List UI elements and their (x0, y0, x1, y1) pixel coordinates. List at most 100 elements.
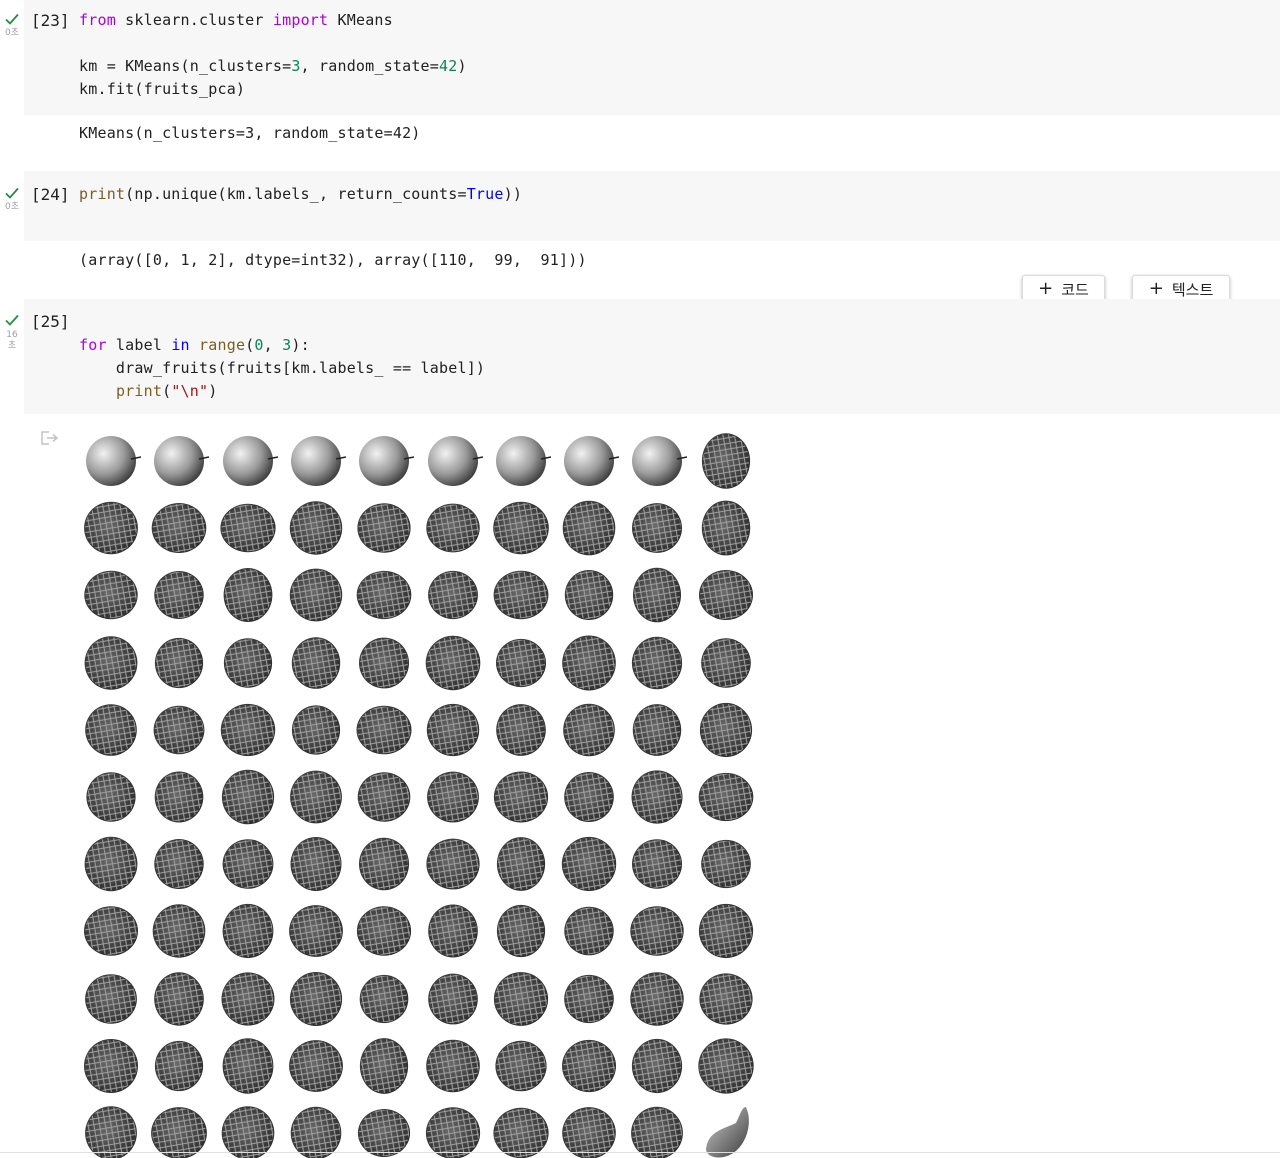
pineapple-image (564, 974, 614, 1023)
pineapple-image (701, 433, 750, 489)
fruit-image-grid (81, 429, 765, 1158)
pineapple-image (356, 571, 412, 620)
pineapple-image (493, 971, 548, 1026)
code-editor[interactable]: print(np.unique(km.labels_, return_count… (79, 183, 522, 206)
cell-runtime: 16 초 (6, 330, 18, 351)
pineapple-image (562, 635, 616, 691)
pineapple-image (154, 771, 204, 823)
pineapple-image (632, 503, 683, 554)
output-actions-icon[interactable] (40, 430, 60, 446)
pineapple-image (289, 568, 343, 622)
code-token: sklearn.cluster (115, 11, 273, 29)
code-token: True (466, 185, 504, 203)
add-text-label: 텍스트 (1171, 280, 1214, 299)
run-success-check-icon (5, 187, 19, 199)
pineapple-image (221, 971, 275, 1026)
divider (0, 1152, 1280, 1153)
run-success-check-icon (5, 314, 19, 326)
code-token: print (79, 185, 126, 203)
code-line: from sklearn.cluster import KMeans (79, 9, 467, 32)
code-token: from (79, 11, 116, 29)
pineapple-image (223, 637, 272, 688)
code-token: import (272, 11, 329, 29)
pineapple-image (425, 503, 480, 553)
apple-image (222, 436, 278, 486)
code-cell-24[interactable] (24, 171, 1280, 241)
pineapple-image (155, 637, 204, 688)
code-editor[interactable]: for label in range(0, 3): draw_fruits(fr… (79, 334, 485, 403)
pineapple-image (495, 703, 546, 756)
pineapple-image (360, 1037, 409, 1094)
code-token: ): (291, 336, 310, 354)
pineapple-image (222, 904, 273, 959)
pineapple-image (698, 570, 753, 621)
pineapple-image (633, 703, 682, 756)
pineapple-image (564, 772, 614, 822)
pineapple-image (84, 501, 138, 555)
pineapple-image (700, 637, 751, 688)
pineapple-image (562, 1039, 617, 1092)
pineapple-image (495, 1040, 547, 1092)
code-token: 42 (439, 57, 458, 75)
execution-count: [23] (31, 11, 70, 30)
pineapple-image (632, 1038, 683, 1093)
pineapple-image (425, 1039, 480, 1093)
apple-image (154, 436, 210, 486)
pineapple-image (493, 771, 548, 823)
pineapple-image (697, 1038, 754, 1094)
pineapple-image (84, 635, 138, 690)
pineapple-image (290, 837, 342, 892)
pineapple-image (359, 974, 409, 1023)
pineapple-image (289, 971, 342, 1026)
pineapple-image (633, 568, 682, 623)
pineapple-image (155, 1040, 204, 1091)
code-token: km.fit(fruits_pca) (79, 80, 246, 98)
code-token: )) (503, 185, 523, 203)
pineapple-image (358, 1109, 411, 1157)
pineapple-image (631, 1106, 684, 1158)
apple-image (495, 436, 551, 486)
pineapple-image (151, 503, 207, 554)
plus-icon: + (1038, 278, 1054, 299)
pineapple-image (630, 906, 685, 957)
pineapple-image (222, 1038, 273, 1094)
pineapple-image (85, 1106, 137, 1158)
pineapple-image (356, 705, 412, 755)
code-token: draw_fruits(fruits[km.labels_ == label]) (79, 359, 486, 377)
execution-count: [24] (31, 185, 70, 204)
pineapple-image (427, 904, 478, 958)
pineapple-image (84, 836, 138, 892)
code-token: in (171, 336, 190, 354)
apple-image (86, 436, 141, 486)
pineapple-image (701, 500, 750, 556)
pineapple-image (493, 1107, 549, 1158)
run-success-check-icon (5, 13, 19, 25)
pineapple-image (493, 571, 549, 620)
cell-runtime: 0초 (4, 202, 19, 212)
pineapple-image (84, 1038, 138, 1093)
pineapple-image (630, 971, 685, 1026)
code-line: print(np.unique(km.labels_, return_count… (79, 183, 522, 206)
pineapple-image (84, 906, 138, 957)
pineapple-image (495, 638, 546, 687)
pineapple-image (85, 973, 137, 1024)
apple-image (290, 436, 346, 486)
pineapple-image (427, 571, 478, 620)
pineapple-image (220, 703, 275, 756)
pineapple-image (359, 637, 410, 688)
pineapple-image (698, 904, 753, 959)
cell-runtime: 0초 (4, 28, 19, 38)
pineapple-image (426, 771, 479, 823)
pineapple-image (290, 1106, 342, 1158)
cell-output-text: KMeans(n_clusters=3, random_state=42) (79, 124, 421, 142)
pineapple-image (564, 907, 614, 956)
pineapple-image (154, 571, 204, 620)
code-token: for (79, 336, 107, 354)
code-editor[interactable]: from sklearn.cluster import KMeans km = K… (79, 9, 467, 101)
code-token: 3 (291, 57, 301, 75)
code-line: km = KMeans(n_clusters=3, random_state=4… (79, 55, 467, 78)
pineapple-image (359, 837, 410, 891)
